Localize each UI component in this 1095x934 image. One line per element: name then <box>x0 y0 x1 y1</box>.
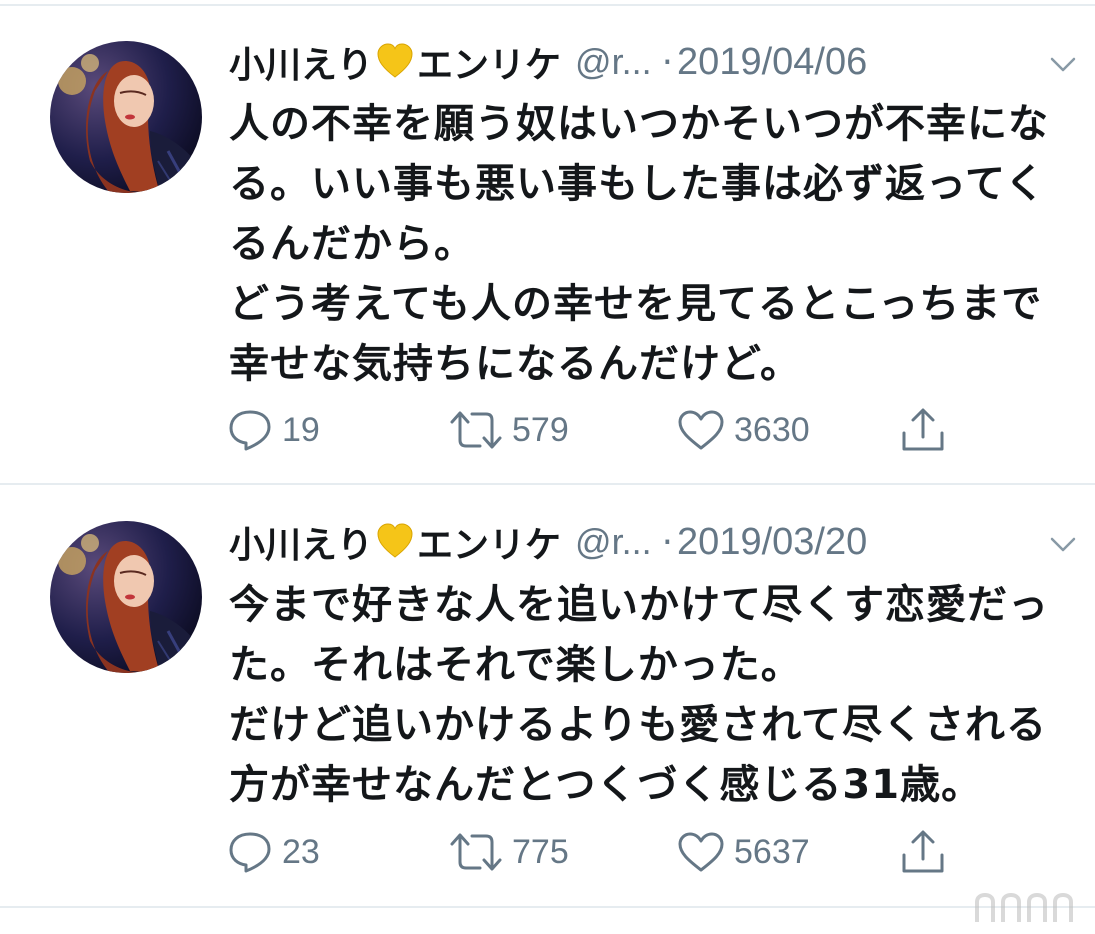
tweet[interactable]: 小川えり エンリケ @r... · 2019/03/20 今まで好きな人を追いか… <box>0 484 1095 906</box>
tweet-actions: 23 775 5637 <box>226 827 966 877</box>
reply-count: 23 <box>282 832 320 871</box>
share-button[interactable] <box>899 405 947 455</box>
chevron-down-icon[interactable] <box>1043 44 1083 84</box>
separator-dot: · <box>661 521 674 563</box>
tweet-date[interactable]: 2019/04/06 <box>677 41 867 84</box>
display-name[interactable]: 小川えり エンリケ <box>229 36 561 88</box>
yellow-heart-icon <box>377 43 413 78</box>
share-button[interactable] <box>899 827 947 877</box>
display-name[interactable]: 小川えり エンリケ <box>229 516 561 568</box>
share-icon <box>902 408 944 451</box>
tweet-text: 人の不幸を願う奴はいつかそいつが不幸にな る。いい事も悪い事もした事は必ず返って… <box>229 101 1049 387</box>
like-button[interactable]: 3630 <box>676 405 810 455</box>
avatar[interactable] <box>50 41 202 193</box>
reply-icon <box>229 832 271 873</box>
like-count: 5637 <box>734 832 810 871</box>
tweet-actions: 19 579 3630 <box>226 405 966 455</box>
retweet-count: 775 <box>512 832 569 871</box>
reply-button[interactable]: 19 <box>226 405 320 455</box>
tweet-date[interactable]: 2019/03/20 <box>677 521 867 564</box>
watermark-logo <box>975 892 1073 922</box>
chevron-down-icon[interactable] <box>1043 524 1083 564</box>
reply-button[interactable]: 23 <box>226 827 320 877</box>
display-name-text: 小川えり <box>229 45 374 86</box>
retweet-icon <box>450 411 502 449</box>
retweet-button[interactable]: 775 <box>448 827 569 877</box>
retweet-icon <box>450 833 502 871</box>
tweet-header: 小川えり エンリケ @r... · 2019/03/20 <box>229 514 1083 570</box>
bottom-divider <box>0 906 1095 908</box>
user-handle[interactable]: @r... <box>575 521 652 563</box>
display-name-text: 小川えり <box>229 525 374 566</box>
like-count: 3630 <box>734 410 810 449</box>
display-name-suffix: エンリケ <box>417 45 562 86</box>
like-button[interactable]: 5637 <box>676 827 810 877</box>
reply-icon <box>229 410 271 451</box>
share-icon <box>902 830 944 873</box>
display-name-suffix: エンリケ <box>417 525 562 566</box>
yellow-heart-icon <box>377 523 413 558</box>
tweet-header: 小川えり エンリケ @r... · 2019/04/06 <box>229 34 1083 90</box>
tweet[interactable]: 小川えり エンリケ @r... · 2019/04/06 人の不幸を願う奴はいつ… <box>0 0 1095 484</box>
avatar[interactable] <box>50 521 202 673</box>
retweet-button[interactable]: 579 <box>448 405 569 455</box>
tweet-text: 今まで好きな人を追いかけて尽くす恋愛だっ た。それはそれで楽しかった。 だけど追… <box>229 582 1049 808</box>
user-handle[interactable]: @r... <box>575 41 652 83</box>
retweet-count: 579 <box>512 410 569 449</box>
separator-dot: · <box>661 41 674 83</box>
heart-outline-icon <box>678 410 724 450</box>
reply-count: 19 <box>282 410 320 449</box>
heart-outline-icon <box>678 832 724 872</box>
